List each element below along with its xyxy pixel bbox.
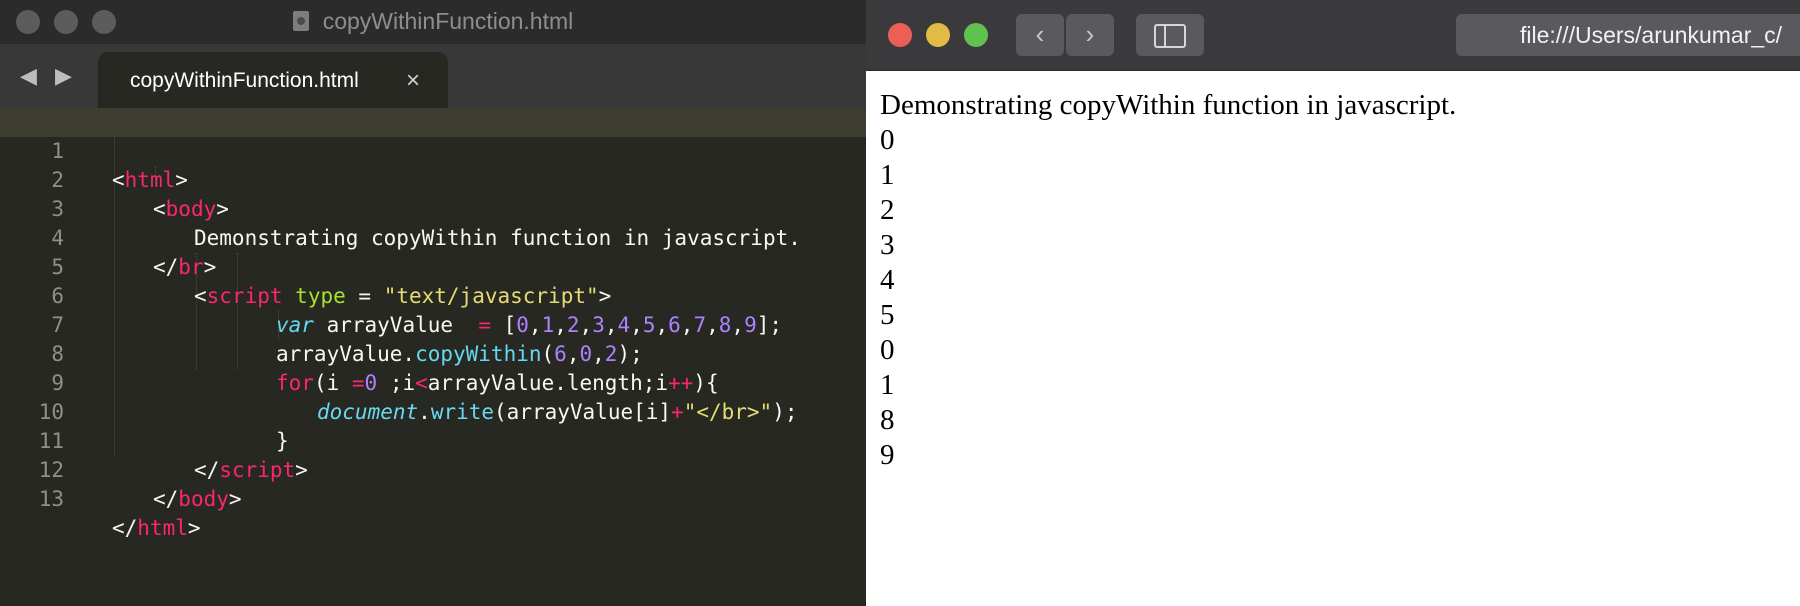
sidebar-toggle-button[interactable] (1136, 14, 1204, 56)
code-token: body (178, 487, 229, 511)
editor-window-title: copyWithinFunction.html (0, 8, 866, 35)
editor-title-text: copyWithinFunction.html (322, 8, 574, 34)
forward-button[interactable]: › (1066, 14, 1114, 56)
code-token: > (228, 487, 242, 511)
output-line: 0 (880, 124, 895, 156)
code-line: 2 <body> (0, 137, 866, 221)
chevron-left-icon: ‹ (1035, 19, 1045, 49)
tab-copywithinfunction[interactable]: copyWithinFunction.html × (98, 52, 448, 108)
code-line: 1 <html> (0, 108, 866, 192)
browser-minimize-button[interactable] (926, 23, 950, 47)
code-line: 6 var arrayValue = [0,1,2,3,4,5,6,7,8,9]… (0, 253, 866, 337)
code-token: html (137, 516, 188, 540)
browser-toolbar: ‹ › file:///Users/arunkumar_c/ (866, 0, 1800, 71)
code-line: 10 } (0, 369, 866, 453)
output-line: 4 (880, 264, 895, 296)
code-token: </ (112, 516, 138, 540)
chevron-right-icon: › (1085, 19, 1095, 49)
output-line: 9 (880, 439, 895, 471)
output-line: 2 (880, 194, 895, 226)
editor-tab-bar: ◀ ▶ copyWithinFunction.html × (0, 44, 866, 108)
html-file-icon (292, 11, 309, 31)
address-bar[interactable]: file:///Users/arunkumar_c/ (1456, 14, 1800, 56)
output-line: 5 (880, 299, 895, 331)
browser-close-button[interactable] (888, 23, 912, 47)
page-heading: Demonstrating copyWithin function in jav… (880, 89, 1457, 121)
code-editor-window: copyWithinFunction.html ◀ ▶ copyWithinFu… (0, 0, 866, 606)
code-line: 4 </br> (0, 195, 866, 279)
code-line: 5 <script type = "text/javascript"> (0, 224, 866, 308)
tab-close-icon[interactable]: × (406, 67, 420, 95)
output-line: 1 (880, 369, 895, 401)
code-line: 8 for(i =0 ;i<arrayValue.length;i++){ (0, 311, 866, 395)
browser-window: ‹ › file:///Users/arunkumar_c/ Demonstra… (866, 0, 1800, 606)
code-line: 11 </script> (0, 398, 866, 482)
output-line: 1 (880, 159, 895, 191)
output-line: 3 (880, 229, 895, 261)
tab-label: copyWithinFunction.html (130, 69, 359, 92)
browser-zoom-button[interactable] (964, 23, 988, 47)
code-line: 9 document.write(arrayValue[i]+"</br>"); (0, 340, 866, 424)
output-line: 8 (880, 404, 895, 436)
back-button[interactable]: ‹ (1016, 14, 1064, 56)
code-line: 13 </html> (0, 456, 866, 540)
output-line: 0 (880, 334, 895, 366)
code-line: 3 Demonstrating copyWithin function in j… (0, 166, 866, 250)
page-content: Demonstrating copyWithin function in jav… (880, 88, 1456, 473)
sidebar-icon (1154, 24, 1186, 49)
code-token: </ (153, 487, 179, 511)
code-text: </body> (153, 485, 242, 514)
code-line: 12 </body> (0, 427, 866, 511)
code-area[interactable]: 1 <html> 2 <body> 3 Demonstrating copyWi… (0, 108, 866, 606)
tab-navigation-arrows-icon[interactable]: ◀ ▶ (20, 63, 78, 89)
code-text: </html> (112, 514, 201, 543)
code-token: > (187, 516, 201, 540)
code-line: 7 arrayValue.copyWithin(6,0,2); (0, 282, 866, 366)
editor-titlebar: copyWithinFunction.html (0, 0, 866, 45)
line-number: 13 (38, 487, 64, 511)
